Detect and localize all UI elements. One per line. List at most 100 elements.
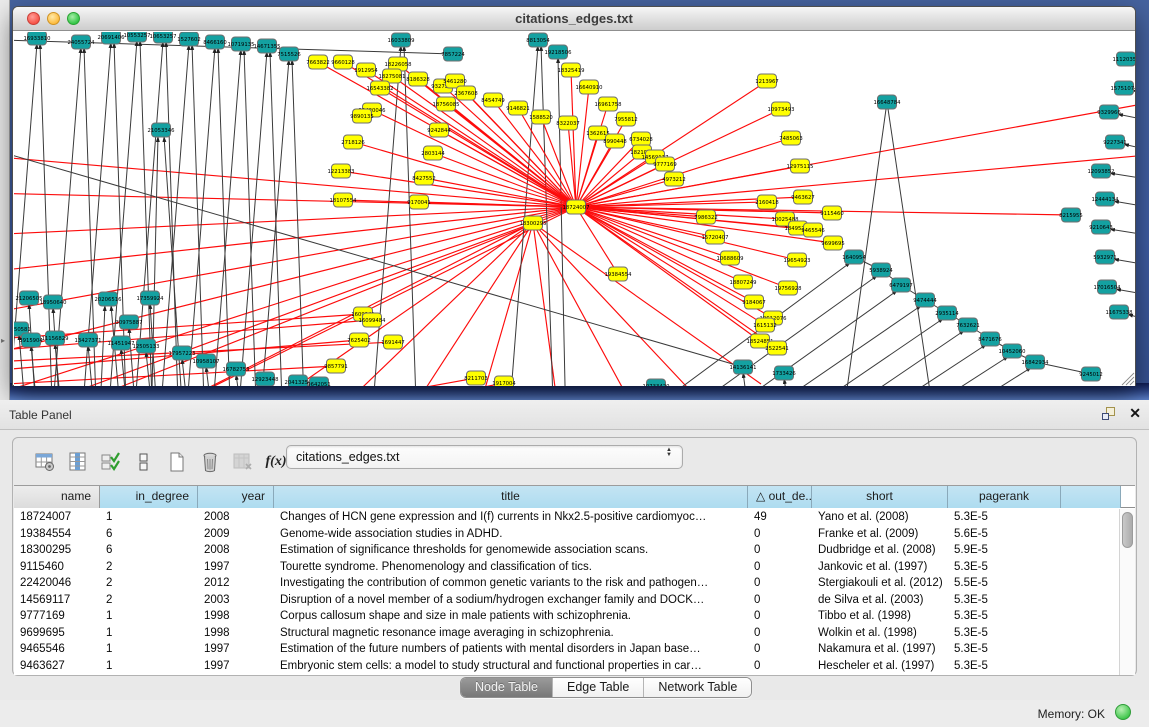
cell-out_de...[interactable]: 0 <box>748 658 812 675</box>
cell-title[interactable]: Structural magnetic resonance image aver… <box>274 625 748 642</box>
cell-in_degree[interactable]: 1 <box>100 625 198 642</box>
cell-in_degree[interactable]: 1 <box>100 641 198 658</box>
cell-pagerank[interactable]: 5.3E-5 <box>948 658 1061 675</box>
cell-out_de...[interactable]: 0 <box>748 559 812 576</box>
network-canvas[interactable]: 1693381024055724206914061055325710653257… <box>14 32 1135 386</box>
column-header-short[interactable]: short <box>812 486 948 508</box>
row-height-icon[interactable] <box>132 450 156 474</box>
tab-node-table[interactable]: Node Table <box>461 678 553 697</box>
tab-edge-table[interactable]: Edge Table <box>553 678 644 697</box>
cell-title[interactable]: Estimation of significance thresholds fo… <box>274 542 748 559</box>
cell-in_degree[interactable]: 2 <box>100 592 198 609</box>
cell-pagerank[interactable]: 5.3E-5 <box>948 592 1061 609</box>
cell-short[interactable]: Nakamura et al. (1997) <box>812 641 948 658</box>
table-panel-header[interactable]: Table Panel ✕ <box>0 400 1149 430</box>
network-view-window[interactable]: citations_edges.txt 16933810240557242069… <box>12 6 1136 386</box>
edge[interactable] <box>14 207 576 277</box>
edge[interactable] <box>887 102 936 386</box>
cell-in_degree[interactable]: 1 <box>100 658 198 675</box>
column-header-year[interactable]: year <box>198 486 274 508</box>
cell-year[interactable]: 1997 <box>198 658 274 675</box>
west-panel-edge[interactable]: ▸ <box>0 0 10 400</box>
table-row[interactable]: 911546021997Tourette syndrome. Phenomeno… <box>14 559 1119 576</box>
function-builder-icon[interactable]: f(x) <box>264 450 288 474</box>
cell-name[interactable]: 14569117 <box>14 592 100 609</box>
cell-year[interactable]: 2003 <box>198 592 274 609</box>
close-panel-icon[interactable]: ✕ <box>1129 405 1141 422</box>
cell-year[interactable]: 1998 <box>198 608 274 625</box>
cell-out_de...[interactable]: 0 <box>748 526 812 543</box>
cell-title[interactable]: Genome-wide association studies in ADHD. <box>274 526 748 543</box>
cell-in_degree[interactable]: 6 <box>100 542 198 559</box>
column-header-in_degree[interactable]: in_degree <box>100 486 198 508</box>
cell-out_de...[interactable]: 0 <box>748 592 812 609</box>
cell-out_de...[interactable]: 0 <box>748 575 812 592</box>
cell-out_de...[interactable]: 0 <box>748 625 812 642</box>
cell-name[interactable]: 9465546 <box>14 641 100 658</box>
memory-ok-icon[interactable] <box>1115 704 1131 720</box>
cell-name[interactable]: 19384554 <box>14 526 100 543</box>
delete-table-icon[interactable] <box>231 450 255 474</box>
edge[interactable] <box>292 59 305 386</box>
cell-title[interactable]: Tourette syndrome. Phenomenology and cla… <box>274 559 748 576</box>
table-row[interactable]: 1872400712008Changes of HCN gene express… <box>14 509 1119 526</box>
table-row[interactable]: 2242004622012Investigating the contribut… <box>14 575 1119 592</box>
cell-out_de...[interactable]: 49 <box>748 509 812 526</box>
column-header-title[interactable]: title <box>274 486 748 508</box>
table-settings-icon[interactable] <box>33 450 57 474</box>
cell-in_degree[interactable]: 2 <box>100 559 198 576</box>
edge[interactable] <box>107 40 137 386</box>
edge[interactable] <box>140 40 153 386</box>
new-column-icon[interactable] <box>165 450 189 474</box>
cell-name[interactable]: 9777169 <box>14 608 100 625</box>
edge[interactable] <box>133 41 163 386</box>
cell-title[interactable]: Investigating the contribution of common… <box>274 575 748 592</box>
edge[interactable] <box>576 109 781 207</box>
table-row[interactable]: 1938455462009Genome-wide association stu… <box>14 526 1119 543</box>
select-rows-icon[interactable] <box>99 450 123 474</box>
cell-in_degree[interactable]: 1 <box>100 509 198 526</box>
cell-short[interactable]: Stergiakouli et al. (2012) <box>812 575 948 592</box>
float-window-icon[interactable] <box>1102 407 1117 422</box>
cell-year[interactable]: 2012 <box>198 575 274 592</box>
cell-name[interactable]: 18724007 <box>14 509 100 526</box>
column-header-out_de...[interactable]: △ out_de... <box>748 486 812 508</box>
window-titlebar[interactable]: citations_edges.txt <box>13 7 1135 31</box>
cell-short[interactable]: Tibbo et al. (1998) <box>812 608 948 625</box>
cell-title[interactable]: Changes of HCN gene expression and I(f) … <box>274 509 748 526</box>
edge[interactable] <box>853 344 987 386</box>
cell-pagerank[interactable]: 5.3E-5 <box>948 641 1061 658</box>
cell-in_degree[interactable]: 2 <box>100 575 198 592</box>
cell-pagerank[interactable]: 5.3E-5 <box>948 509 1061 526</box>
edge[interactable] <box>815 330 965 386</box>
edge[interactable] <box>699 290 898 386</box>
cell-year[interactable]: 2008 <box>198 509 274 526</box>
cell-short[interactable]: Wolkin et al. (1998) <box>812 625 948 642</box>
cell-title[interactable]: Corpus callosum shape and size in male p… <box>274 608 748 625</box>
edge[interactable] <box>1109 229 1135 238</box>
cell-pagerank[interactable]: 5.6E-5 <box>948 526 1061 543</box>
scrollbar-thumb[interactable] <box>1122 512 1133 548</box>
edge[interactable] <box>114 42 127 386</box>
edge[interactable] <box>341 171 576 207</box>
table-row[interactable]: 946362711997Embryonic stem cells: a mode… <box>14 658 1119 675</box>
tab-network-table[interactable]: Network Table <box>644 678 751 697</box>
table-row[interactable]: 1830029562008Estimation of significance … <box>14 542 1119 559</box>
cell-name[interactable]: 22420046 <box>14 575 100 592</box>
delete-column-icon[interactable] <box>198 450 222 474</box>
cell-pagerank[interactable]: 5.5E-5 <box>948 575 1061 592</box>
edge[interactable] <box>841 102 887 386</box>
table-row[interactable]: 1456911722003Disruption of a novel membe… <box>14 592 1119 609</box>
cell-title[interactable]: Disruption of a novel member of a sodium… <box>274 592 748 609</box>
cell-year[interactable]: 1997 <box>198 559 274 576</box>
cell-short[interactable]: Franke et al. (2009) <box>812 526 948 543</box>
cell-name[interactable]: 9463627 <box>14 658 100 675</box>
cell-out_de...[interactable]: 0 <box>748 608 812 625</box>
table-row[interactable]: 969969511998Structural magnetic resonanc… <box>14 625 1119 642</box>
cell-pagerank[interactable]: 5.3E-5 <box>948 559 1061 576</box>
edge[interactable] <box>777 318 944 386</box>
cell-name[interactable]: 9115460 <box>14 559 100 576</box>
edge[interactable] <box>99 305 105 386</box>
cell-name[interactable]: 18300295 <box>14 542 100 559</box>
edge[interactable] <box>558 57 566 386</box>
